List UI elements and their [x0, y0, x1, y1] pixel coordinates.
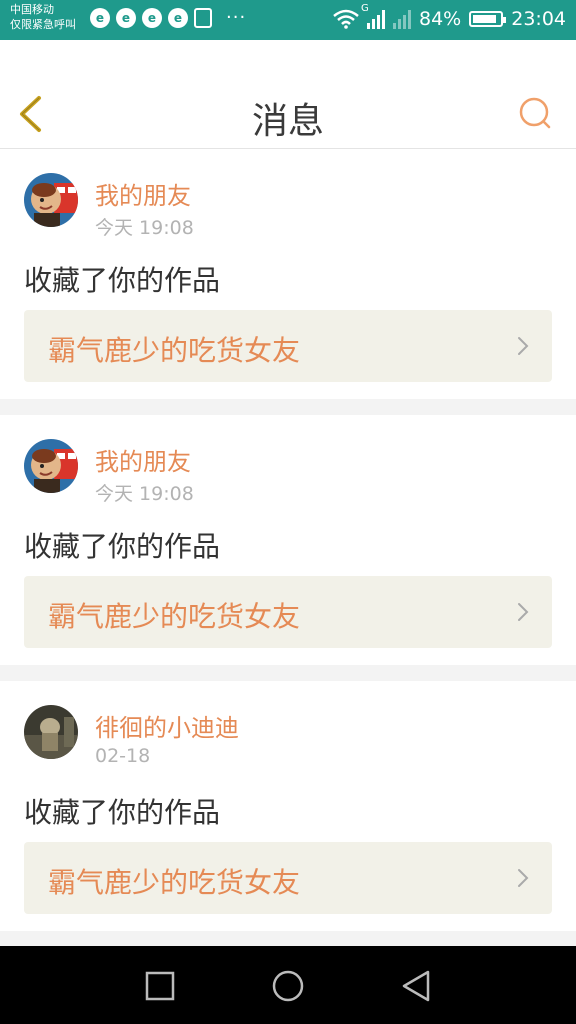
battery-percent: 84%	[419, 8, 462, 30]
carrier-info: 中国移动 仅限紧急呼叫	[10, 2, 76, 32]
notification-app-icon: e	[168, 8, 188, 28]
user-name[interactable]: 我的朋友	[95, 442, 191, 477]
search-icon[interactable]	[518, 96, 552, 130]
home-circle-icon[interactable]	[268, 966, 308, 1006]
message-card: 徘徊的小迪迪 02-18 收藏了你的作品 霸气鹿少的吃货女友	[0, 681, 576, 931]
emergency-only-text: 仅限紧急呼叫	[10, 18, 76, 31]
carrier-name: 中国移动	[10, 3, 54, 16]
notification-icons: e e e e ···	[90, 8, 246, 28]
chevron-right-icon	[518, 869, 529, 887]
battery-warning-icon	[194, 8, 212, 28]
work-link[interactable]: 霸气鹿少的吃货女友	[24, 310, 552, 382]
action-text: 收藏了你的作品	[24, 264, 221, 297]
status-right: G 84% 23:04	[333, 3, 566, 30]
avatar[interactable]	[24, 439, 78, 493]
work-link[interactable]: 霸气鹿少的吃货女友	[24, 576, 552, 648]
avatar[interactable]	[24, 173, 78, 227]
work-title: 霸气鹿少的吃货女友	[48, 866, 301, 899]
wifi-icon	[333, 9, 359, 29]
avatar[interactable]	[24, 705, 78, 759]
user-name[interactable]: 我的朋友	[95, 176, 191, 211]
work-title: 霸气鹿少的吃货女友	[48, 600, 301, 633]
network-type-label: G	[361, 3, 369, 14]
recents-square-icon[interactable]	[140, 966, 180, 1006]
message-card: 我的朋友 今天 19:08 收藏了你的作品 霸气鹿少的吃货女友	[0, 149, 576, 399]
message-time: 今天 19:08	[95, 483, 194, 505]
battery-icon	[469, 11, 507, 27]
page-title: 消息	[251, 101, 324, 142]
action-text: 收藏了你的作品	[24, 796, 221, 829]
work-link[interactable]: 霸气鹿少的吃货女友	[24, 842, 552, 914]
status-bar: 中国移动 仅限紧急呼叫 e e e e ··· G 84% 23:04	[0, 0, 576, 40]
notification-app-icon: e	[90, 8, 110, 28]
back-triangle-icon[interactable]	[396, 966, 436, 1006]
work-title: 霸气鹿少的吃货女友	[48, 334, 301, 367]
more-notifications-icon: ···	[226, 7, 247, 28]
no-signal-icon	[393, 9, 411, 29]
user-name[interactable]: 徘徊的小迪迪	[95, 708, 239, 743]
message-card: 我的朋友 今天 19:08 收藏了你的作品 霸气鹿少的吃货女友	[0, 415, 576, 665]
chevron-right-icon	[518, 603, 529, 621]
header-bar: 消息	[0, 40, 576, 149]
notification-app-icon: e	[116, 8, 136, 28]
action-text: 收藏了你的作品	[24, 530, 221, 563]
notification-app-icon: e	[142, 8, 162, 28]
message-time: 今天 19:08	[95, 217, 194, 239]
message-time: 02-18	[95, 745, 151, 767]
signal-strength-icon	[367, 9, 385, 29]
clock: 23:04	[511, 8, 566, 30]
system-nav-bar	[0, 946, 576, 1024]
chevron-right-icon	[518, 337, 529, 355]
